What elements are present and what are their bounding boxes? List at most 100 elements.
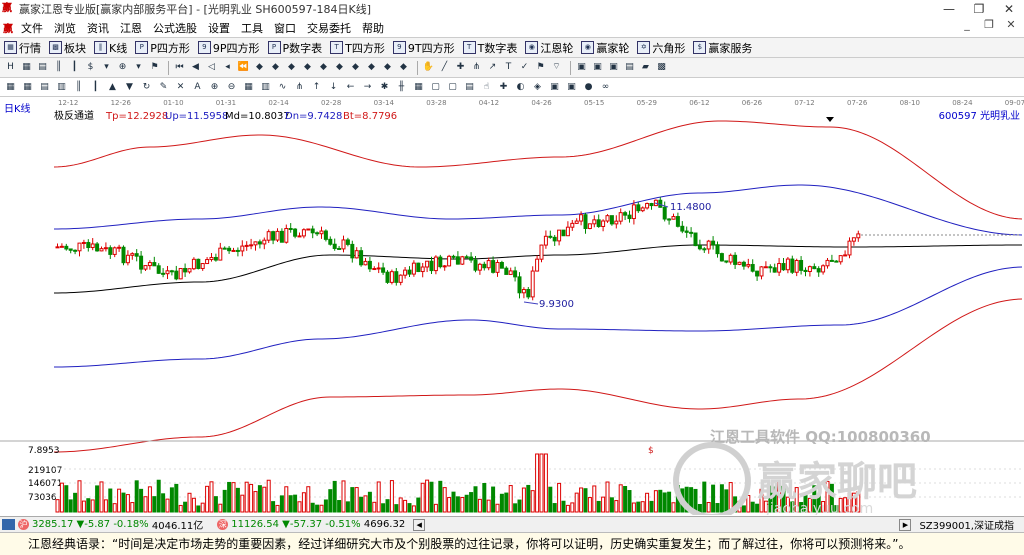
dropdown-icon[interactable]: ▾ <box>100 61 113 74</box>
ruler-icon[interactable]: ╫ <box>395 81 408 94</box>
menu-help[interactable]: 帮助 <box>362 20 384 36</box>
diamond-icon[interactable]: ◆ <box>317 61 330 74</box>
chart2-icon[interactable]: ▥ <box>259 81 272 94</box>
restore-button[interactable]: ❐ <box>964 0 994 18</box>
menu-tools[interactable]: 工具 <box>241 20 263 36</box>
bar-icon[interactable]: ┃ <box>89 81 102 94</box>
toolbar-item-5[interactable]: P P数字表 <box>267 40 322 56</box>
up-icon[interactable]: ▲ <box>106 81 119 94</box>
toolbar-item-1[interactable]: ▩ 板块 <box>49 40 86 56</box>
kline-chart[interactable]: 日K线 12-12 12-26 01-10 01-31 02-14 02-28 03-14 0… <box>0 97 1024 520</box>
fan-icon[interactable]: ⌔ <box>550 61 563 74</box>
x-icon[interactable]: ✕ <box>174 81 187 94</box>
chart-icon[interactable]: ▤ <box>38 81 51 94</box>
first-icon[interactable]: ⏮ <box>173 61 186 74</box>
save-icon[interactable]: ▣ <box>575 61 588 74</box>
menu-app-icon[interactable]: 赢 <box>3 20 17 35</box>
scroll-right-icon[interactable]: ▶ <box>899 518 912 531</box>
diamond-icon[interactable]: ◆ <box>301 61 314 74</box>
grid-icon[interactable]: ▦ <box>20 61 33 74</box>
menu-window[interactable]: 窗口 <box>274 20 296 36</box>
menu-gann[interactable]: 江恩 <box>120 20 142 36</box>
chart-area[interactable]: 日K线 12-12 12-26 01-10 01-31 02-14 02-28 03-14 0… <box>0 97 1024 520</box>
marker-icon[interactable]: ✱ <box>378 81 391 94</box>
zoom-icon[interactable]: ⊕ <box>208 81 221 94</box>
stepback-icon[interactable]: ⏪ <box>237 61 250 74</box>
menu-formula[interactable]: 公式选股 <box>153 20 197 36</box>
toolbar-item-8[interactable]: T T数字表 <box>462 40 517 56</box>
wave-icon[interactable]: ∿ <box>276 81 289 94</box>
hand-icon[interactable]: ✋ <box>422 61 435 74</box>
down-arrow-icon[interactable]: ↓ <box>327 81 340 94</box>
minimize-button[interactable]: — <box>934 0 964 18</box>
toolbar-item-2[interactable]: ‖ K线 <box>94 40 127 56</box>
cross-icon[interactable]: ✚ <box>454 61 467 74</box>
up-arrow-icon[interactable]: ↑ <box>310 81 323 94</box>
cursor-icon[interactable]: H <box>4 61 17 74</box>
left-icon[interactable]: ◂ <box>221 61 234 74</box>
toolbar-item-7[interactable]: 9 9T四方形 <box>392 40 455 56</box>
menu-trade[interactable]: 交易委托 <box>307 20 351 36</box>
table-icon[interactable]: ▥ <box>55 81 68 94</box>
diamond-icon[interactable]: ◆ <box>333 61 346 74</box>
diamond-icon[interactable]: ◆ <box>381 61 394 74</box>
dollar-icon[interactable]: $ <box>84 61 97 74</box>
target-icon[interactable]: ⊕ <box>116 61 129 74</box>
grid-icon[interactable] <box>2 519 15 530</box>
arrow-icon[interactable]: ↗ <box>486 61 499 74</box>
diamond-icon[interactable]: ◆ <box>269 61 282 74</box>
toolbar-item-3[interactable]: P P四方形 <box>135 40 190 56</box>
stamp-icon[interactable]: ▣ <box>565 81 578 94</box>
hand-icon[interactable]: ☝ <box>480 81 493 94</box>
cross-icon[interactable]: ✚ <box>497 81 510 94</box>
flag-icon[interactable]: ⚑ <box>534 61 547 74</box>
left-arrow-icon[interactable]: ← <box>344 81 357 94</box>
play-left-icon[interactable]: ◁ <box>205 61 218 74</box>
mdi-restore-button[interactable]: ❐ <box>978 18 1000 31</box>
text-icon[interactable]: A <box>191 81 204 94</box>
down-icon[interactable]: ▼ <box>123 81 136 94</box>
chart-icon[interactable]: ▤ <box>36 61 49 74</box>
grid-icon[interactable]: ▦ <box>21 81 34 94</box>
toolbar-item-10[interactable]: ◉ 赢家轮 <box>581 40 629 56</box>
disk-icon[interactable]: ▣ <box>591 61 604 74</box>
candle-icon[interactable]: ║ <box>52 61 65 74</box>
line-icon[interactable]: ╱ <box>438 61 451 74</box>
pie-icon[interactable]: ◐ <box>514 81 527 94</box>
stamp-icon[interactable]: ▣ <box>548 81 561 94</box>
square-icon[interactable]: ▢ <box>446 81 459 94</box>
pen-icon[interactable]: ✎ <box>157 81 170 94</box>
diamond-icon[interactable]: ◆ <box>349 61 362 74</box>
infinity-icon[interactable]: ∞ <box>599 81 612 94</box>
mdi-minimize-button[interactable]: _ <box>956 18 978 31</box>
text-icon[interactable]: T <box>502 61 515 74</box>
car-icon[interactable]: ▰ <box>639 61 652 74</box>
sector-icon[interactable]: ▦ <box>4 81 17 94</box>
prev-icon[interactable]: ◀ <box>189 61 202 74</box>
print-icon[interactable]: ▤ <box>623 61 636 74</box>
toolbar-item-12[interactable]: $ 赢家服务 <box>693 40 752 56</box>
close-button[interactable]: ✕ <box>994 0 1024 18</box>
disk-icon[interactable]: ▣ <box>607 61 620 74</box>
check-icon[interactable]: ✓ <box>518 61 531 74</box>
color-icon[interactable]: ▩ <box>655 61 668 74</box>
fork-icon[interactable]: ⋔ <box>293 81 306 94</box>
menu-browse[interactable]: 浏览 <box>54 20 76 36</box>
calc-icon[interactable]: ▦ <box>412 81 425 94</box>
bar-icon[interactable]: ┃ <box>68 61 81 74</box>
grid2-icon[interactable]: ▦ <box>242 81 255 94</box>
diamond-icon[interactable]: ◆ <box>285 61 298 74</box>
menu-file[interactable]: 文件 <box>21 20 43 36</box>
dropdown-icon[interactable]: ▾ <box>132 61 145 74</box>
toolbar-item-9[interactable]: ◉ 江恩轮 <box>525 40 573 56</box>
menu-settings[interactable]: 设置 <box>208 20 230 36</box>
toolbar-item-4[interactable]: 9 9P四方形 <box>197 40 260 56</box>
fork-icon[interactable]: ⋔ <box>470 61 483 74</box>
flag-icon[interactable]: ⚑ <box>148 61 161 74</box>
refresh-icon[interactable]: ↻ <box>140 81 153 94</box>
candle-icon[interactable]: ║ <box>72 81 85 94</box>
palette-icon[interactable]: ◈ <box>531 81 544 94</box>
stack-icon[interactable]: ▤ <box>463 81 476 94</box>
toolbar-item-0[interactable]: ▦ 行情 <box>4 40 41 56</box>
toolbar-item-6[interactable]: T T四方形 <box>330 40 385 56</box>
